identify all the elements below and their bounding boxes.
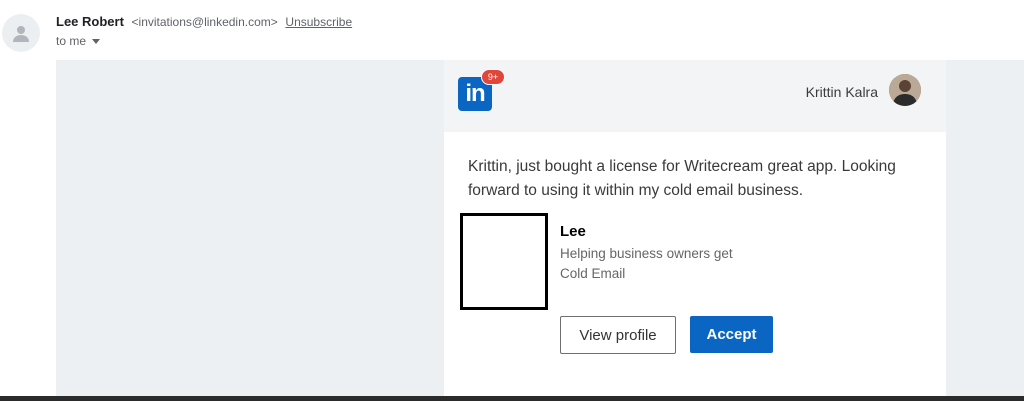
- invitation-message: Krittin, just bought a license for Write…: [468, 158, 896, 199]
- recipient-avatar[interactable]: [889, 74, 921, 106]
- profile-headline-line2: Cold Email: [560, 266, 626, 281]
- recipient-name: Krittin Kalra: [805, 84, 878, 100]
- sender-avatar[interactable]: [2, 14, 40, 52]
- person-icon: [13, 26, 29, 42]
- profile-name[interactable]: Lee: [560, 223, 586, 240]
- unsubscribe-link[interactable]: Unsubscribe: [285, 15, 352, 29]
- sender-name[interactable]: Lee Robert: [56, 14, 124, 29]
- profile-picture-placeholder[interactable]: [460, 213, 548, 310]
- view-profile-button[interactable]: View profile: [560, 316, 676, 354]
- recipient-details-toggle[interactable]: to me: [56, 34, 101, 48]
- to-label: to me: [56, 34, 87, 48]
- accept-button[interactable]: Accept: [690, 316, 773, 353]
- profile-photo-icon: [889, 74, 921, 106]
- sender-email: <invitations@linkedin.com>: [131, 15, 278, 29]
- caret-down-icon: [92, 38, 101, 44]
- bottom-edge-bar: [0, 396, 1024, 401]
- profile-headline-line1: Helping business owners get: [560, 246, 733, 261]
- notification-badge: 9+: [481, 69, 505, 85]
- sender-line: Lee Robert <invitations@linkedin.com> Un…: [56, 14, 352, 29]
